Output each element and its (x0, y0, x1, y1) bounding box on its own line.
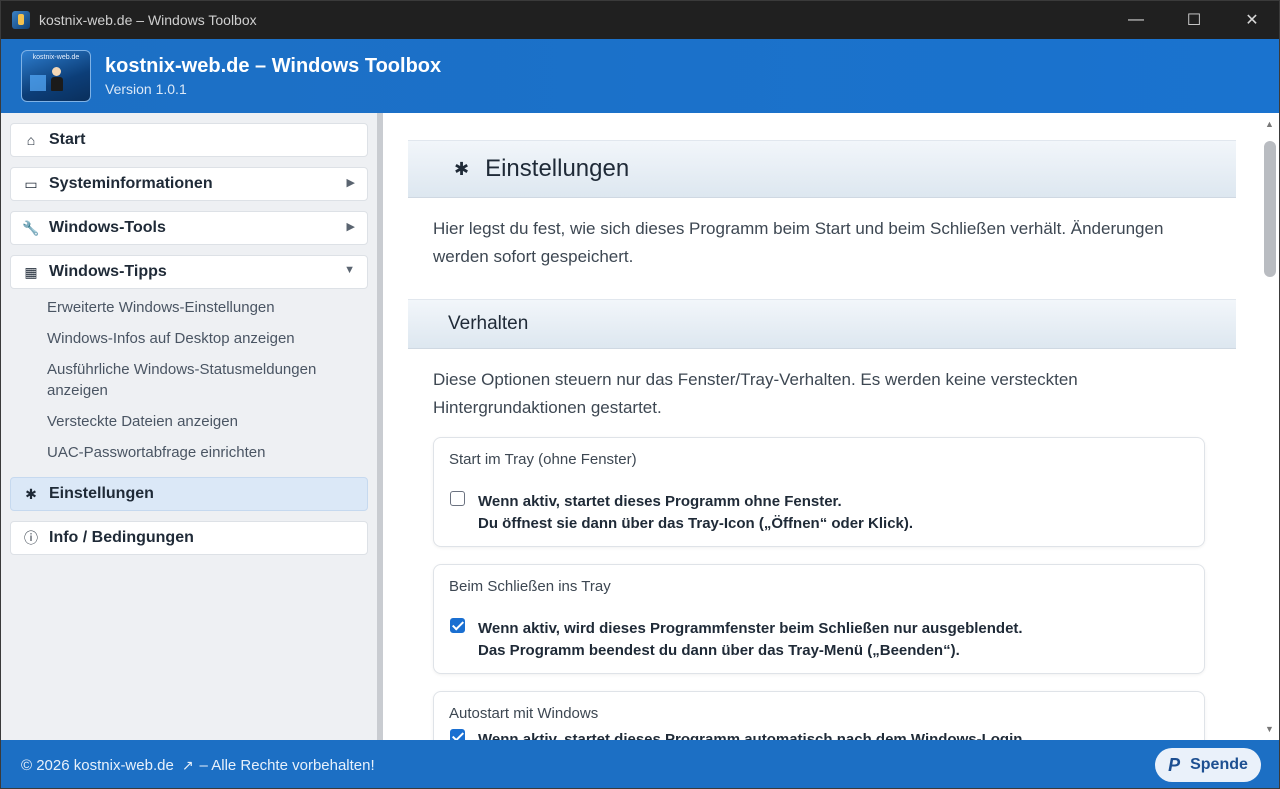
chevron-down-icon: ▼ (344, 264, 355, 276)
wrench-icon: 🔧 (22, 219, 40, 236)
setting-title: Autostart mit Windows (449, 705, 599, 722)
sidebar-item-info[interactable]: ⓘ Info / Bedingungen (10, 521, 368, 555)
paypal-icon: P (1168, 754, 1181, 775)
section-description: Diese Optionen steuern nur das Fenster/T… (433, 370, 1078, 417)
app-header: kostnix-web.de kostnix-web.de – Windows … (1, 39, 1279, 113)
app-icon (12, 11, 30, 29)
sidebar: ⌂ Start ▭ Systeminformationen ▶ 🔧 Window… (1, 113, 377, 740)
sidebar-item-label: Start (49, 131, 86, 148)
close-button[interactable]: ✕ (1223, 1, 1279, 39)
setting-line: Das Programm beendest du dann über das T… (478, 642, 960, 659)
scrollbar-thumb[interactable] (1264, 141, 1276, 277)
sidebar-item-label: Info / Bedingungen (49, 529, 194, 546)
grid-icon: ▦ (24, 263, 38, 280)
window-title: kostnix-web.de – Windows Toolbox (39, 12, 257, 28)
section-title: Verhalten (448, 313, 529, 334)
gear-icon: ✱ (25, 485, 37, 502)
start-in-tray-checkbox[interactable] (450, 491, 465, 506)
title-bar[interactable]: kostnix-web.de – Windows Toolbox — ☐ ✕ (1, 1, 1279, 39)
setting-card: Beim Schließen ins Tray Wenn aktiv, wird… (433, 564, 1205, 674)
sidebar-item-label: Windows-Tipps (49, 263, 167, 280)
vertical-scrollbar[interactable]: ▲ ▼ (1259, 113, 1279, 740)
maximize-button[interactable]: ☐ (1165, 1, 1223, 39)
app-window: kostnix-web.de – Windows Toolbox — ☐ ✕ k… (0, 0, 1280, 789)
info-icon: ⓘ (24, 530, 38, 546)
window-controls: — ☐ ✕ (1107, 1, 1279, 39)
gear-icon: ✱ (454, 158, 470, 179)
close-to-tray-checkbox[interactable] (450, 618, 465, 633)
scroll-up-arrow-icon[interactable]: ▲ (1265, 119, 1274, 129)
home-icon: ⌂ (26, 132, 36, 148)
autostart-checkbox[interactable] (450, 729, 465, 740)
subnav-item[interactable]: Erweiterte Windows-Einstellungen (47, 297, 368, 318)
logo-window-shape (30, 75, 46, 91)
app-footer: © 2026 kostnix-web.de ↗ – Alle Rechte vo… (1, 740, 1279, 788)
sidebar-item-windows-tipps[interactable]: ▦ Windows-Tipps ▼ (10, 255, 368, 289)
setting-line: Du öffnest sie dann über das Tray-Icon (… (478, 515, 914, 532)
external-link-icon[interactable]: ↗ (182, 757, 194, 774)
page-title: Einstellungen (485, 155, 630, 182)
main-content: ✱ Einstellungen Hier legst du fest, wie … (383, 113, 1259, 740)
setting-title: Beim Schließen ins Tray (449, 578, 611, 595)
sidebar-item-label: Einstellungen (49, 485, 154, 502)
setting-card: Start im Tray (ohne Fenster) Wenn aktiv,… (433, 437, 1205, 547)
section-header: Verhalten (408, 299, 1236, 349)
sidebar-item-windows-tools[interactable]: 🔧 Windows-Tools ▶ (10, 211, 368, 245)
setting-line: Wenn aktiv, wird dieses Programmfenster … (478, 620, 1023, 637)
setting-line: Wenn aktiv, startet dieses Programm auto… (478, 731, 1027, 740)
scroll-down-arrow-icon[interactable]: ▼ (1265, 724, 1274, 734)
sidebar-item-label: Systeminformationen (49, 175, 213, 192)
sidebar-item-label: Windows-Tools (49, 219, 166, 236)
subnav-item[interactable]: UAC-Passwortabfrage einrichten (47, 442, 368, 463)
setting-description: Wenn aktiv, startet dieses Programm ohne… (478, 491, 913, 535)
donate-button[interactable]: P Spende (1155, 748, 1261, 782)
sidebar-item-einstellungen[interactable]: ✱ Einstellungen (10, 477, 368, 511)
rights-text: – Alle Rechte vorbehalten! (199, 756, 375, 774)
sidebar-item-systeminformationen[interactable]: ▭ Systeminformationen ▶ (10, 167, 368, 201)
copyright-link[interactable]: © 2026 kostnix-web.de (21, 757, 174, 774)
app-logo: kostnix-web.de (21, 50, 91, 102)
app-version: Version 1.0.1 (105, 81, 187, 97)
header-text: kostnix-web.de – Windows Toolbox Version… (105, 55, 441, 97)
logo-figure (49, 67, 65, 97)
subnav-item[interactable]: Versteckte Dateien anzeigen (47, 411, 368, 432)
setting-line: Wenn aktiv, startet dieses Programm ohne… (478, 493, 842, 510)
minimize-button[interactable]: — (1107, 1, 1165, 39)
page-title-bar: ✱ Einstellungen (408, 140, 1236, 198)
setting-title: Start im Tray (ohne Fenster) (449, 451, 637, 468)
chevron-right-icon: ▶ (346, 177, 355, 189)
setting-description: Wenn aktiv, wird dieses Programmfenster … (478, 618, 1023, 662)
chevron-right-icon: ▶ (346, 221, 355, 233)
setting-description: Wenn aktiv, startet dieses Programm auto… (478, 729, 1027, 740)
subnav-item[interactable]: Windows-Infos auf Desktop anzeigen (47, 328, 368, 349)
setting-card: Autostart mit Windows Wenn aktiv, starte… (433, 691, 1205, 740)
subnav-item[interactable]: Ausführliche Windows-Statusmeldungen anz… (47, 359, 368, 401)
logo-text: kostnix-web.de (32, 54, 80, 61)
donate-label: Spende (1190, 756, 1248, 773)
windows-tipps-submenu: Erweiterte Windows-Einstellungen Windows… (10, 297, 368, 477)
sidebar-item-start[interactable]: ⌂ Start (10, 123, 368, 157)
monitor-icon: ▭ (24, 175, 38, 192)
app-name: kostnix-web.de – Windows Toolbox (105, 55, 442, 77)
intro-text: Hier legst du fest, wie sich dieses Prog… (433, 219, 1164, 266)
